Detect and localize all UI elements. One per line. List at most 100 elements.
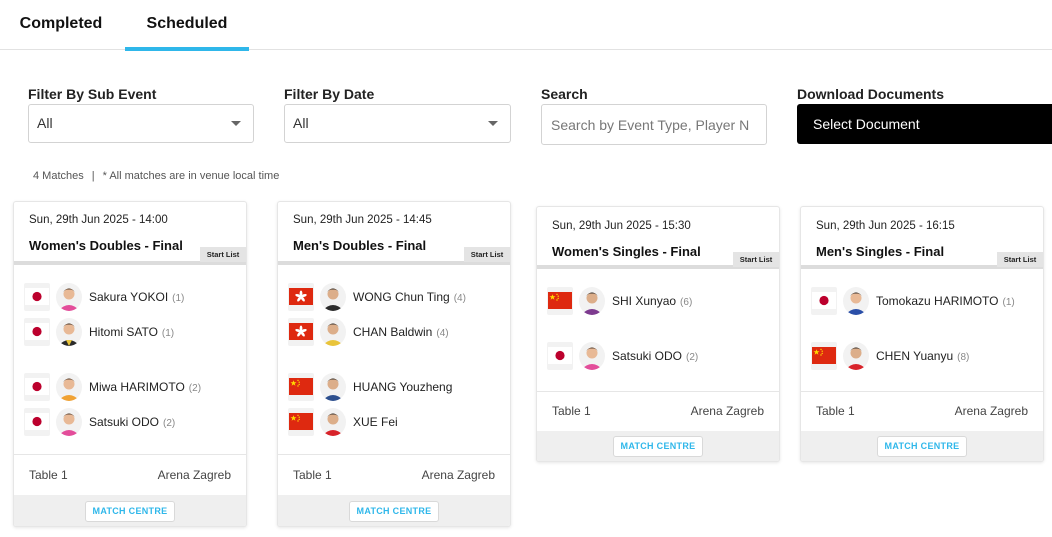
card-divider xyxy=(801,391,1043,392)
player-seed: (6) xyxy=(680,297,693,308)
player-name[interactable]: Sakura YOKOI (1) xyxy=(89,290,184,304)
flag-frame xyxy=(24,318,50,346)
player-name[interactable]: Tomokazu HARIMOTO (1) xyxy=(876,294,1015,308)
match-datetime: Sun, 29th Jun 2025 - 16:15 xyxy=(816,220,955,232)
flag-frame xyxy=(24,373,50,401)
avatar xyxy=(843,342,869,370)
match-title: Men's Doubles - Final xyxy=(293,238,427,253)
player-name[interactable]: Satsuki ODO (2) xyxy=(89,415,175,429)
match-centre-button[interactable]: MATCH CENTRE xyxy=(85,501,175,522)
card-footer: MATCH CENTRE xyxy=(801,431,1043,461)
select-document-button[interactable]: Select Document xyxy=(797,104,1052,144)
japan-flag-icon xyxy=(25,378,49,395)
player-seed: (8) xyxy=(957,352,970,363)
player-seed: (1) xyxy=(172,293,185,304)
start-list-button[interactable]: Start List xyxy=(733,252,779,267)
avatar xyxy=(579,342,605,370)
player-name-text: CHEN Yuanyu xyxy=(876,349,954,363)
match-venue: Arena Zagreb xyxy=(690,404,764,418)
timezone-note: * All matches are in venue local time xyxy=(102,170,280,182)
player-name-text: Satsuki ODO xyxy=(612,349,683,363)
player-name-text: CHAN Baldwin xyxy=(353,325,433,339)
china-flag-icon xyxy=(812,347,836,364)
player-name[interactable]: HUANG Youzheng xyxy=(353,380,456,394)
avatar xyxy=(320,408,346,436)
flag-frame xyxy=(547,342,573,370)
card-divider xyxy=(537,391,779,392)
chevron-down-icon xyxy=(488,121,498,126)
start-list-button[interactable]: Start List xyxy=(464,247,510,262)
player-name[interactable]: Hitomi SATO (1) xyxy=(89,325,174,339)
start-list-button[interactable]: Start List xyxy=(997,252,1043,267)
player-seed: (4) xyxy=(436,328,449,339)
player-seed: (4) xyxy=(453,293,466,304)
match-count: 4 Matches xyxy=(33,170,84,182)
player-name[interactable]: Satsuki ODO (2) xyxy=(612,349,698,363)
search-input[interactable] xyxy=(542,105,766,144)
start-list-button[interactable]: Start List xyxy=(200,247,246,262)
hong-kong-flag-icon xyxy=(289,323,313,340)
date-select[interactable]: All xyxy=(284,104,511,143)
card-footer: MATCH CENTRE xyxy=(14,495,246,526)
player-name[interactable]: CHAN Baldwin (4) xyxy=(353,325,449,339)
china-flag-icon xyxy=(289,378,313,395)
card-divider xyxy=(278,454,510,455)
chevron-down-icon xyxy=(231,121,241,126)
player-name[interactable]: Miwa HARIMOTO (2) xyxy=(89,380,201,394)
japan-flag-icon xyxy=(812,292,836,309)
china-flag-icon xyxy=(548,292,572,309)
avatar xyxy=(320,373,346,401)
match-datetime: Sun, 29th Jun 2025 - 14:00 xyxy=(29,214,168,226)
matches-meta: 4 Matches | * All matches are in venue loc… xyxy=(33,170,279,182)
date-select-value: All xyxy=(293,115,309,131)
avatar xyxy=(320,318,346,346)
search-label: Search xyxy=(541,86,588,102)
player-name[interactable]: CHEN Yuanyu (8) xyxy=(876,349,969,363)
player-seed: (2) xyxy=(188,383,202,394)
player-name-text: SHI Xunyao xyxy=(612,294,677,308)
tab-completed[interactable]: Completed xyxy=(0,0,122,50)
player-seed: (1) xyxy=(1002,297,1015,308)
match-card-mens-singles: Sun, 29th Jun 2025 - 16:15 Men's Singles… xyxy=(800,206,1044,462)
download-documents-label: Download Documents xyxy=(797,86,945,102)
match-table: Table 1 xyxy=(816,404,855,418)
flag-frame xyxy=(288,283,314,311)
sub-event-select[interactable]: All xyxy=(28,104,254,143)
player-name-text: Satsuki ODO xyxy=(89,415,160,429)
japan-flag-icon xyxy=(25,413,49,430)
flag-frame xyxy=(288,318,314,346)
flag-frame xyxy=(811,342,837,370)
player-name[interactable]: XUE Fei xyxy=(353,415,402,429)
player-seed: (1) xyxy=(161,328,175,339)
match-centre-button[interactable]: MATCH CENTRE xyxy=(877,436,967,457)
avatar xyxy=(320,283,346,311)
hong-kong-flag-icon xyxy=(289,288,313,305)
player-name-text: Sakura YOKOI xyxy=(89,290,169,304)
player-name[interactable]: WONG Chun Ting (4) xyxy=(353,290,466,304)
match-table: Table 1 xyxy=(552,404,591,418)
player-name-text: WONG Chun Ting xyxy=(353,290,450,304)
match-datetime: Sun, 29th Jun 2025 - 14:45 xyxy=(293,214,432,226)
match-card-mens-doubles: Sun, 29th Jun 2025 - 14:45 Men's Doubles… xyxy=(277,201,511,527)
search-box xyxy=(541,104,767,145)
player-name-text: HUANG Youzheng xyxy=(353,380,453,394)
player-name-text: Miwa HARIMOTO xyxy=(89,380,185,394)
tab-scheduled[interactable]: Scheduled xyxy=(125,0,249,51)
player-name[interactable]: SHI Xunyao (6) xyxy=(612,294,692,308)
japan-flag-icon xyxy=(25,288,49,305)
match-title: Women's Doubles - Final xyxy=(29,238,183,253)
match-datetime: Sun, 29th Jun 2025 - 15:30 xyxy=(552,220,691,232)
sub-event-filter-label: Filter By Sub Event xyxy=(28,86,157,102)
match-venue: Arena Zagreb xyxy=(157,468,231,482)
flag-frame xyxy=(24,283,50,311)
match-centre-button[interactable]: MATCH CENTRE xyxy=(613,436,703,457)
flag-frame xyxy=(288,408,314,436)
player-name-text: Tomokazu HARIMOTO xyxy=(876,294,999,308)
china-flag-icon xyxy=(289,413,313,430)
avatar xyxy=(843,287,869,315)
flag-frame xyxy=(547,287,573,315)
tab-bar: Completed Scheduled xyxy=(0,0,1052,51)
avatar xyxy=(56,283,82,311)
match-centre-button[interactable]: MATCH CENTRE xyxy=(349,501,439,522)
flag-frame xyxy=(288,373,314,401)
